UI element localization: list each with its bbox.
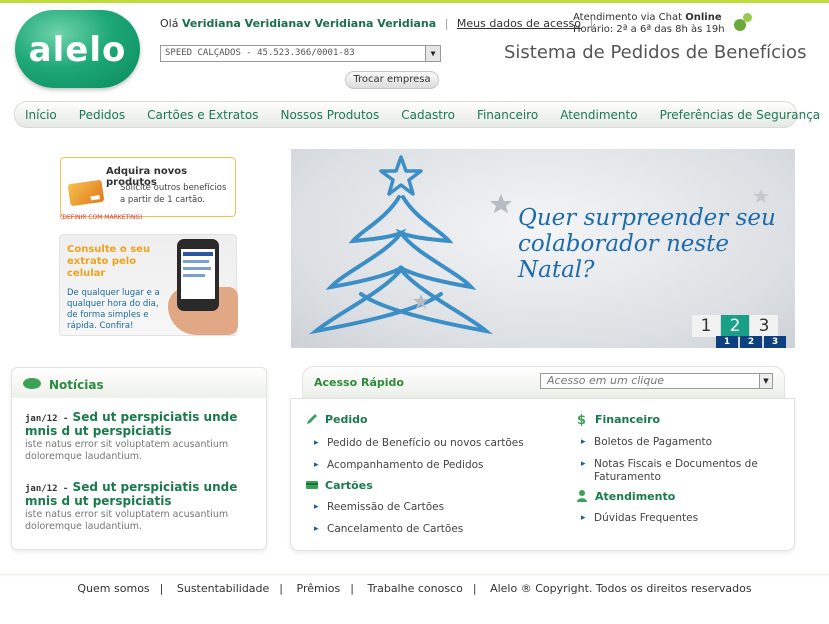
greeting-prefix: Olá: [160, 17, 179, 30]
marketing-note: (DEFINIR COM MARKETING): [60, 214, 143, 221]
company-select[interactable]: SPEED CALÇADOS - 45.523.366/0001-83 ▼: [160, 45, 441, 62]
banner-pager: 1 2 3: [692, 315, 779, 337]
footer-link-trabalhe-conosco[interactable]: Trabalhe conosco: [367, 582, 462, 595]
banner-mini-page-3[interactable]: 3: [764, 336, 786, 348]
news-item[interactable]: jan/12 - Sed ut perspiciatis unde mnis d…: [25, 411, 257, 463]
link-duvidas-frequentes[interactable]: Dúvidas Frequentes: [581, 512, 698, 525]
link-pedido-beneficio[interactable]: Pedido de Benefício ou novos cartões: [314, 437, 524, 450]
card-icon: [67, 179, 105, 207]
logo-text: alelo: [28, 30, 127, 70]
top-accent-line: [0, 0, 829, 3]
company-select-value: SPEED CALÇADOS - 45.523.366/0001-83: [165, 48, 355, 58]
main-nav: Início Pedidos Cartões e Extratos Nossos…: [14, 101, 820, 128]
christmas-banner[interactable]: Quer surpreender seu colaborador neste N…: [291, 149, 795, 348]
section-cartoes: Cartões: [305, 478, 373, 492]
news-panel: Notícias jan/12 - Sed ut perspiciatis un…: [11, 367, 267, 550]
alelo-logo[interactable]: alelo: [15, 10, 140, 88]
news-item-date: jan/12 -: [25, 484, 69, 494]
section-pedido-title: Pedido: [325, 412, 368, 426]
promo-mobile-headline: Consulte o seu extrato pelo celular: [67, 244, 151, 279]
link-notas-fiscais[interactable]: Notas Fiscais e Documentos de Faturament…: [581, 458, 784, 484]
section-pedido: Pedido: [305, 412, 368, 426]
phone-icon: [177, 239, 219, 311]
chat-icon[interactable]: [731, 13, 752, 33]
chat-label: Atendimento via Chat: [573, 12, 683, 23]
nav-pedidos[interactable]: Pedidos: [79, 108, 125, 122]
chevron-down-icon[interactable]: ▼: [759, 374, 772, 388]
pencil-icon: [307, 414, 317, 424]
banner-page-1[interactable]: 1: [692, 315, 720, 337]
change-company-button[interactable]: Trocar empresa: [345, 71, 439, 89]
nav-inicio[interactable]: Início: [25, 108, 57, 122]
banner-headline: Quer surpreender seu colaborador neste N…: [518, 205, 776, 283]
nav-financeiro[interactable]: Financeiro: [477, 108, 538, 122]
nav-atendimento[interactable]: Atendimento: [560, 108, 637, 122]
news-item-headline: jan/12 - Sed ut perspiciatis unde mnis d…: [25, 480, 238, 508]
section-cartoes-title: Cartões: [325, 478, 373, 492]
chat-info[interactable]: Atendimento via Chat Online Horário: 2ª …: [573, 12, 725, 36]
dollar-icon: $: [577, 413, 586, 426]
person-icon: [577, 490, 587, 502]
news-item-date: jan/12 -: [25, 414, 69, 424]
banner-mini-pager: 1 2 3: [716, 336, 788, 348]
user-greeting: Olá Veridiana Veridianav Veridiana Verid…: [160, 17, 598, 30]
nav-cadastro[interactable]: Cadastro: [401, 108, 455, 122]
section-atendimento-title: Atendimento: [595, 489, 676, 503]
news-item[interactable]: jan/12 - Sed ut perspiciatis unde mnis d…: [25, 481, 257, 533]
promo-mobile-statement[interactable]: Consulte o seu extrato pelo celular De q…: [59, 234, 238, 336]
chat-hours: Horário: 2ª a 6ª das 8h às 19h: [573, 24, 725, 35]
cards-icon: [306, 481, 318, 489]
chat-status: Online: [685, 12, 722, 23]
promo-mobile-text: De qualquer lugar e a qualquer hora do d…: [67, 288, 160, 331]
footer-link-sustentabilidade[interactable]: Sustentabilidade: [177, 582, 269, 595]
chevron-down-icon[interactable]: ▼: [425, 46, 440, 61]
promo-new-products[interactable]: Adquira novos produtos Solicite outros b…: [60, 157, 236, 217]
banner-mini-page-2[interactable]: 2: [740, 336, 762, 348]
banner-page-2[interactable]: 2: [721, 315, 749, 337]
banner-mini-page-1[interactable]: 1: [716, 336, 738, 348]
footer-link-quem-somos[interactable]: Quem somos: [77, 582, 149, 595]
user-name: Veridiana Veridianav Veridiana Veridiana: [181, 17, 437, 30]
quick-access-title: Acesso Rápido: [314, 376, 404, 389]
footer-copyright: Alelo ® Copyright. Todos os direitos res…: [490, 582, 752, 595]
system-title: Sistema de Pedidos de Benefícios: [504, 42, 807, 63]
news-item-body: iste natus error sit voluptatem acusanti…: [25, 439, 229, 462]
link-cancelamento-cartoes[interactable]: Cancelamento de Cartões: [314, 523, 463, 536]
speech-bubble-icon: [23, 378, 41, 389]
link-acompanhamento-pedidos[interactable]: Acompanhamento de Pedidos: [314, 459, 483, 472]
quick-access-select[interactable]: Acesso em um clique ▼: [540, 373, 773, 389]
divider: |: [444, 17, 449, 30]
nav-preferencias-seguranca[interactable]: Preferências de Segurança: [660, 108, 821, 122]
link-reemissao-cartoes[interactable]: Reemissão de Cartões: [314, 501, 444, 514]
svg-text:$: $: [577, 413, 586, 426]
promo-new-products-desc: Solicite outros benefícios a partir de 1…: [120, 183, 227, 205]
nav-cartoes-extratos[interactable]: Cartões e Extratos: [147, 108, 258, 122]
banner-page-3[interactable]: 3: [750, 315, 778, 337]
quick-access-select-value: Acesso em um clique: [547, 374, 665, 387]
my-data-link[interactable]: Meus dados de acesso: [457, 17, 581, 30]
nav-nossos-produtos[interactable]: Nossos Produtos: [280, 108, 379, 122]
news-title: Notícias: [49, 378, 104, 392]
footer: Quem somos | Sustentabilidade | Prêmios | T…: [77, 582, 752, 595]
link-boletos-pagamento[interactable]: Boletos de Pagamento: [581, 436, 712, 449]
section-financeiro: $ Financeiro: [575, 412, 661, 427]
news-item-body: iste natus error sit voluptatem acusanti…: [25, 509, 229, 532]
news-item-headline: jan/12 - Sed ut perspiciatis unde mnis d…: [25, 410, 238, 438]
section-atendimento: Atendimento: [575, 489, 675, 503]
section-financeiro-title: Financeiro: [595, 412, 661, 426]
footer-link-premios[interactable]: Prêmios: [297, 582, 341, 595]
footer-divider: [0, 574, 829, 577]
